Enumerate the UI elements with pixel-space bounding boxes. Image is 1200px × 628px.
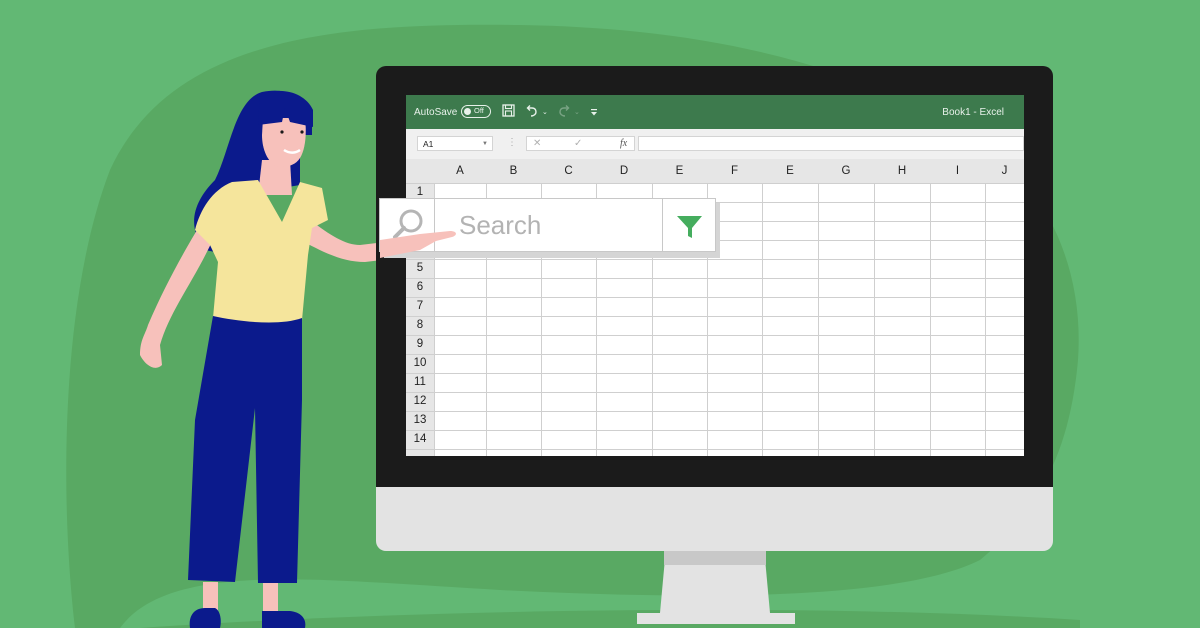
gridline-horizontal bbox=[406, 278, 1024, 279]
chevron-down-icon[interactable]: ▼ bbox=[482, 137, 488, 152]
gridline-vertical bbox=[930, 183, 931, 456]
monitor-chin bbox=[376, 487, 1053, 551]
row-header[interactable]: 5 bbox=[406, 259, 434, 278]
column-header-row: ABCDEFEGHIJ bbox=[406, 159, 1024, 183]
row-header[interactable]: 7 bbox=[406, 297, 434, 316]
row-header[interactable]: 12 bbox=[406, 392, 434, 411]
gridline-horizontal bbox=[406, 392, 1024, 393]
column-header[interactable]: E bbox=[762, 159, 818, 183]
redo-icon bbox=[557, 104, 571, 121]
formula-bar-row: A1 ▼ ⋮ ✕ ✓ fx bbox=[406, 129, 1024, 159]
row-header[interactable]: 11 bbox=[406, 373, 434, 392]
gridline-horizontal bbox=[406, 354, 1024, 355]
formula-input[interactable] bbox=[638, 136, 1024, 151]
gridline-horizontal bbox=[406, 335, 1024, 336]
column-header[interactable]: C bbox=[541, 159, 596, 183]
row-header[interactable]: 14 bbox=[406, 430, 434, 449]
monitor-stand-base bbox=[637, 613, 795, 624]
gridline-vertical bbox=[818, 183, 819, 456]
name-box-value: A1 bbox=[423, 139, 434, 149]
gridline-horizontal bbox=[406, 183, 1024, 184]
document-title: Book1 - Excel bbox=[942, 107, 1004, 118]
row-header[interactable]: 10 bbox=[406, 354, 434, 373]
gridline-horizontal bbox=[406, 411, 1024, 412]
pointing-hand bbox=[380, 231, 456, 258]
customize-toolbar-icon[interactable] bbox=[590, 106, 598, 120]
column-header[interactable]: I bbox=[930, 159, 985, 183]
row-header[interactable]: 9 bbox=[406, 335, 434, 354]
gridline-horizontal bbox=[406, 373, 1024, 374]
funnel-icon bbox=[677, 216, 702, 238]
formula-buttons: ✕ ✓ fx bbox=[526, 136, 635, 151]
monitor-stand bbox=[660, 565, 770, 613]
gridline-horizontal bbox=[406, 297, 1024, 298]
row-header[interactable]: 6 bbox=[406, 278, 434, 297]
undo-icon[interactable] bbox=[525, 104, 539, 121]
excel-window: AutoSave Off ⌄ ⌄ Book1 - Excel A1 ▼ ⋮ ✕ … bbox=[406, 95, 1024, 456]
gridline-vertical bbox=[762, 183, 763, 456]
toggle-state: Off bbox=[474, 106, 484, 115]
gridline-horizontal bbox=[406, 316, 1024, 317]
insert-function-icon[interactable]: fx bbox=[620, 137, 627, 151]
column-header[interactable]: B bbox=[486, 159, 541, 183]
excel-titlebar: AutoSave Off ⌄ ⌄ Book1 - Excel bbox=[406, 95, 1024, 129]
column-header[interactable]: F bbox=[707, 159, 762, 183]
gridline-vertical bbox=[985, 183, 986, 456]
autosave-toggle[interactable]: Off bbox=[461, 105, 491, 118]
undo-dropdown-icon[interactable]: ⌄ bbox=[542, 106, 548, 120]
monitor-stand-shadow bbox=[664, 551, 766, 565]
enter-icon[interactable]: ✓ bbox=[574, 137, 582, 151]
save-icon[interactable] bbox=[502, 104, 515, 120]
column-header[interactable]: D bbox=[596, 159, 652, 183]
search-input[interactable]: Search bbox=[435, 199, 661, 251]
row-header[interactable]: 13 bbox=[406, 411, 434, 430]
column-header[interactable]: H bbox=[874, 159, 930, 183]
name-box[interactable]: A1 ▼ bbox=[417, 136, 493, 151]
gridline-vertical bbox=[874, 183, 875, 456]
column-header[interactable]: J bbox=[985, 159, 1024, 183]
gridline-horizontal bbox=[406, 259, 1024, 260]
column-header[interactable]: G bbox=[818, 159, 874, 183]
row-header[interactable]: 8 bbox=[406, 316, 434, 335]
cancel-icon[interactable]: ✕ bbox=[533, 137, 541, 151]
toggle-knob bbox=[464, 107, 471, 115]
autosave-label: AutoSave bbox=[414, 107, 458, 118]
column-header[interactable]: A bbox=[434, 159, 486, 183]
redo-dropdown-icon: ⌄ bbox=[574, 109, 580, 116]
filter-button[interactable] bbox=[662, 199, 716, 251]
column-header[interactable]: E bbox=[652, 159, 707, 183]
drag-handle-icon[interactable]: ⋮ bbox=[507, 137, 517, 149]
gridline-horizontal bbox=[406, 430, 1024, 431]
gridline-horizontal bbox=[406, 449, 1024, 450]
